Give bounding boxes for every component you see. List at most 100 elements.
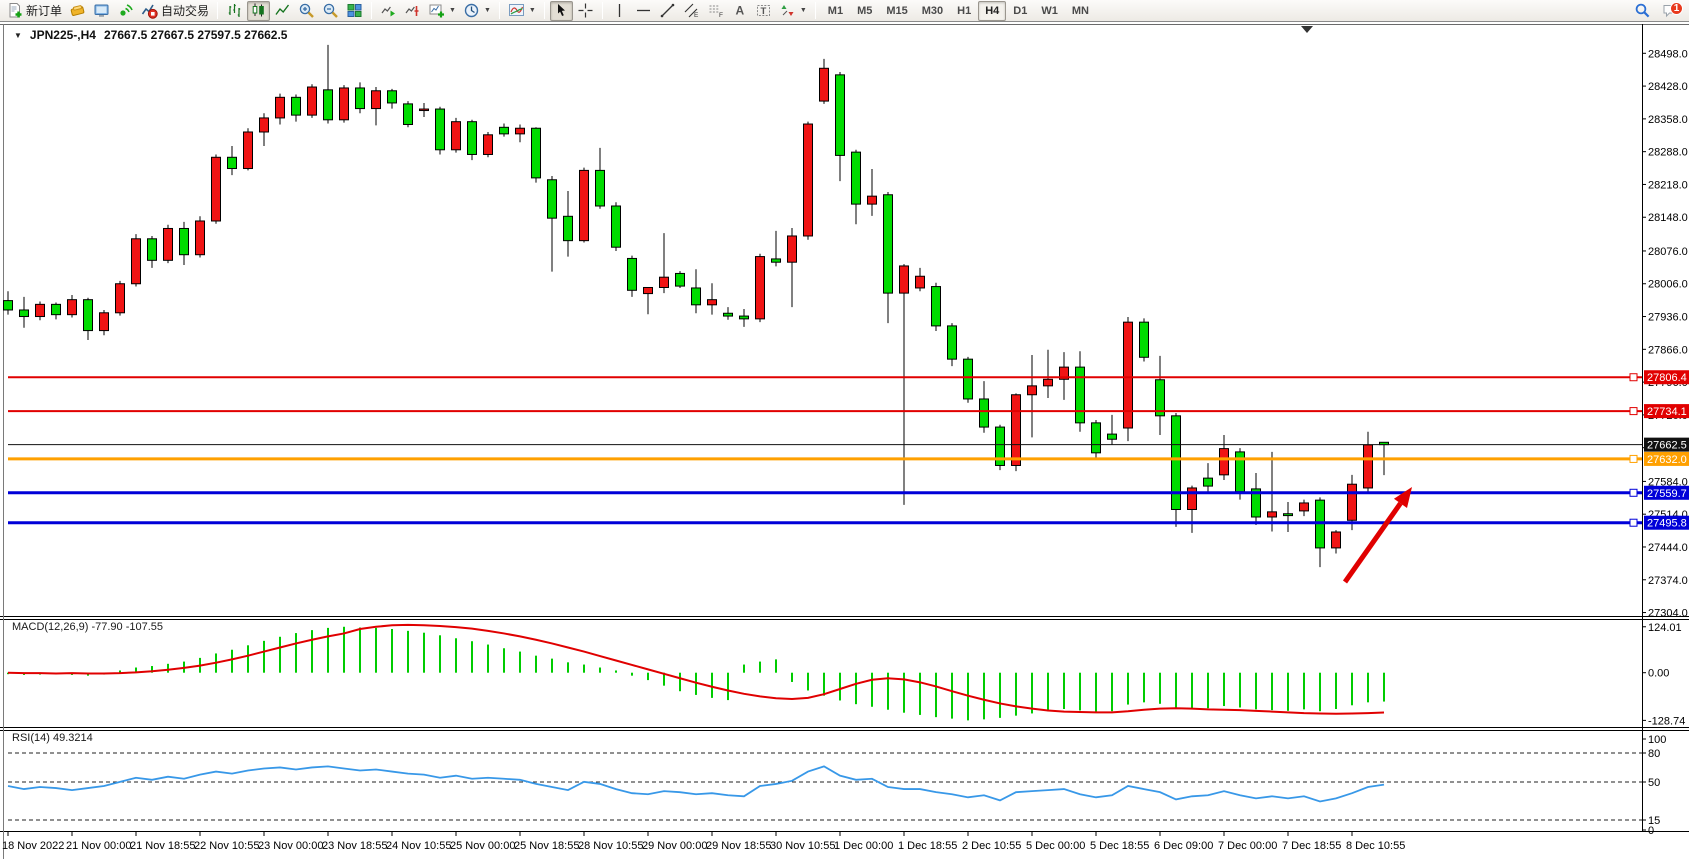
candle-body[interactable] [516,128,525,134]
candle-body[interactable] [148,239,157,261]
market-watch-button[interactable] [66,1,89,21]
candle-body[interactable] [820,68,829,101]
candle-body[interactable] [1012,395,1021,466]
candle-body[interactable] [116,284,125,313]
equidistant-channel-tool-button[interactable]: E [680,1,703,21]
timeframe-button-h4[interactable]: H4 [978,1,1006,21]
timeframe-button-h1[interactable]: H1 [950,1,978,21]
timeframe-button-m30[interactable]: M30 [915,1,950,21]
candle-body[interactable] [1332,532,1341,548]
candle-body[interactable] [468,122,477,155]
candle-body[interactable] [68,300,77,315]
candle-body[interactable] [548,180,557,218]
candle-body[interactable] [1188,488,1197,510]
candle-body[interactable] [964,359,973,399]
candle-body[interactable] [164,228,173,260]
candle-body[interactable] [244,132,253,169]
zoom-out-button[interactable] [319,1,342,21]
candle-body[interactable] [1140,322,1149,357]
candle-body[interactable] [340,88,349,120]
candle-body[interactable] [660,277,669,287]
candle-body[interactable] [1044,379,1053,386]
candle-body[interactable] [628,258,637,290]
candle-body[interactable] [884,195,893,293]
candle-body[interactable] [708,300,717,305]
candle-body[interactable] [132,239,141,284]
line-anchor-marker[interactable] [1630,519,1637,526]
zoom-in-button[interactable] [295,1,318,21]
candle-body[interactable] [580,170,589,240]
candle-body[interactable] [452,122,461,150]
candle-body[interactable] [564,216,573,240]
candle-body[interactable] [228,157,237,168]
chart-shift-marker[interactable] [1301,26,1313,33]
candle-body[interactable] [20,310,29,317]
arrows-tool-button[interactable]: ▼ [776,1,810,21]
chart-shift-button[interactable] [401,1,424,21]
candle-body[interactable] [612,206,621,247]
auto-scroll-button[interactable] [377,1,400,21]
candle-body[interactable] [772,259,781,262]
candle-body[interactable] [1284,514,1293,516]
candle-body[interactable] [1108,434,1117,439]
candle-body[interactable] [676,273,685,286]
candle-body[interactable] [324,90,333,120]
horizontal-line-tool-button[interactable] [632,1,655,21]
candle-body[interactable] [52,304,61,314]
candle-body[interactable] [1300,503,1309,511]
candle-body[interactable] [1028,386,1037,395]
candle-body[interactable] [84,300,93,331]
vertical-line-tool-button[interactable] [608,1,631,21]
period-button[interactable]: ▼ [460,1,494,21]
candle-body[interactable] [740,316,749,319]
indicators-button[interactable]: ▼ [505,1,539,21]
candle-body[interactable] [500,127,509,134]
candle-body[interactable] [1092,423,1101,453]
navigator-button[interactable] [114,1,137,21]
candle-body[interactable] [388,91,397,103]
candle-body[interactable] [1076,367,1085,423]
trendline-tool-button[interactable] [656,1,679,21]
timeframe-button-m15[interactable]: M15 [879,1,914,21]
candle-body[interactable] [1220,449,1229,475]
text-tool-button[interactable]: A [728,1,751,21]
candle-body[interactable] [692,288,701,305]
line-anchor-marker[interactable] [1630,455,1637,462]
line-anchor-marker[interactable] [1630,374,1637,381]
candle-body[interactable] [276,97,285,118]
symbol-dropdown-icon[interactable]: ▼ [14,31,22,40]
candle-body[interactable] [980,399,989,427]
candle-body[interactable] [308,87,317,115]
chart-candles-button[interactable] [247,1,270,21]
candle-body[interactable] [852,152,861,204]
candle-body[interactable] [4,301,13,310]
candle-body[interactable] [212,157,221,221]
candle-body[interactable] [484,135,493,155]
candle-body[interactable] [724,313,733,316]
chat-button[interactable]: 1 [1658,1,1682,21]
timeframe-button-w1[interactable]: W1 [1034,1,1065,21]
candle-body[interactable] [1364,445,1373,488]
chart-bars-button[interactable] [223,1,246,21]
candle-body[interactable] [372,91,381,109]
candle-body[interactable] [644,287,653,293]
candle-body[interactable] [100,313,109,331]
fibonacci-tool-button[interactable]: F [704,1,727,21]
new-chart-button[interactable]: ▼ [425,1,459,21]
candle-body[interactable] [292,97,301,115]
line-anchor-marker[interactable] [1630,489,1637,496]
timeframe-button-m5[interactable]: M5 [850,1,879,21]
candle-body[interactable] [788,236,797,262]
candle-body[interactable] [836,75,845,156]
chart-line-button[interactable] [271,1,294,21]
text-label-tool-button[interactable]: T [752,1,775,21]
candle-body[interactable] [1348,484,1357,520]
candle-body[interactable] [180,228,189,254]
crosshair-tool-button[interactable] [574,1,597,21]
candle-body[interactable] [356,88,365,109]
timeframe-button-mn[interactable]: MN [1065,1,1096,21]
candle-body[interactable] [1124,322,1133,428]
chart-canvas[interactable]: 28498.028428.028358.028288.028218.028148… [0,22,1689,859]
candle-body[interactable] [596,170,605,206]
candle-body[interactable] [1172,416,1181,510]
